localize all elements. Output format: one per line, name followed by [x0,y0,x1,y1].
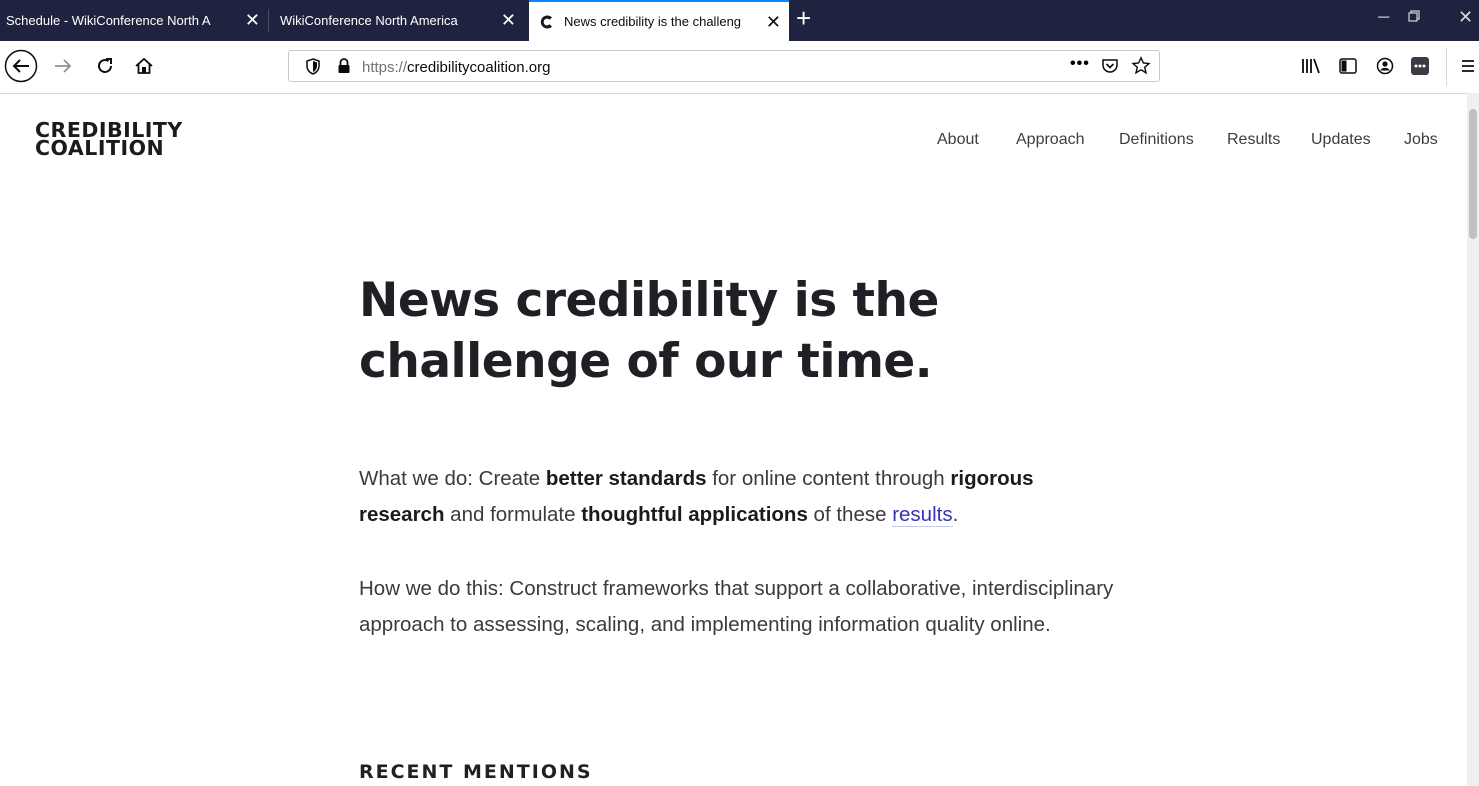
reload-icon [98,58,112,73]
close-tab-icon[interactable]: ✕ [501,11,516,29]
sidebar-toggle-icon[interactable] [1339,57,1357,80]
nav-approach[interactable]: Approach [1016,131,1085,149]
site-favicon-icon [539,14,555,30]
padlock-icon[interactable] [337,58,351,79]
tab-wikiconference[interactable]: WikiConference North America ✕ [269,0,528,41]
minimize-window-icon[interactable]: ─ [1378,9,1389,27]
headline-line-2: challenge of our time. [359,334,933,389]
new-tab-plus-icon[interactable]: + [796,5,811,31]
page-actions-ellipsis-icon[interactable]: ••• [1070,55,1090,73]
tab-title: News credibility is the challeng [564,14,742,29]
restore-window-icon[interactable] [1408,9,1420,27]
back-button[interactable] [3,48,39,84]
back-arrow-icon [4,49,38,83]
address-bar[interactable]: https://credibilitycoalition.org ••• [288,50,1160,82]
page-scrollbar[interactable] [1467,93,1479,786]
account-icon[interactable] [1376,57,1394,80]
text: for online content through [706,467,951,490]
how-we-do-paragraph: How we do this: Construct frameworks tha… [359,577,1114,636]
home-icon [135,57,153,74]
close-tab-icon[interactable]: ✕ [245,11,260,29]
pocket-icon[interactable] [1101,57,1119,80]
bold-thoughtful-applications: thoughtful applications [581,503,808,526]
headline-line-1: News credibility is the [359,273,939,328]
tab-title: Schedule - WikiConference North A [6,13,211,28]
recent-mentions-heading: RECENT MENTIONS [359,761,593,783]
close-tab-icon[interactable]: ✕ [766,13,781,31]
library-icon[interactable] [1301,57,1321,80]
logo-line-2: COALITION [35,136,165,160]
extension-icon[interactable] [1410,56,1430,81]
url-protocol: https:// [362,59,408,76]
page-headline: News credibility is the challenge of our… [359,270,979,392]
bookmark-star-icon[interactable] [1131,56,1151,81]
tab-title: WikiConference North America [280,13,458,28]
forward-button[interactable] [51,54,75,78]
text: and formulate [444,503,582,526]
nav-definitions[interactable]: Definitions [1119,131,1194,149]
site-logo[interactable]: CREDIBILITY COALITION [35,120,183,160]
url-host: credibilitycoalition.org [407,59,551,76]
tab-credibility-active[interactable]: News credibility is the challeng ✕ [529,0,789,41]
toolbar-divider [1446,48,1447,86]
reload-button[interactable] [94,55,116,77]
nav-results[interactable]: Results [1227,131,1280,149]
url-text[interactable]: https://credibilitycoalition.org [362,59,550,76]
forward-arrow-icon [55,59,72,73]
text: What we do: Create [359,467,546,490]
tracking-protection-shield-icon[interactable] [305,58,321,80]
bold-better-standards: better standards [545,467,707,490]
text: of these [807,503,893,526]
tab-strip: Schedule - WikiConference North A ✕ Wiki… [0,0,1479,41]
text: . [952,503,959,526]
navigation-toolbar: https://credibilitycoalition.org ••• [0,41,1479,94]
nav-about[interactable]: About [937,131,979,149]
close-window-icon[interactable]: ✕ [1458,7,1473,28]
home-button[interactable] [133,55,155,77]
scrollbar-thumb[interactable] [1469,109,1477,239]
nav-jobs[interactable]: Jobs [1404,131,1438,149]
what-we-do-paragraph: What we do: Create better standards for … [359,461,1119,533]
results-link[interactable]: results [892,503,953,527]
nav-updates[interactable]: Updates [1311,131,1371,149]
tab-schedule[interactable]: Schedule - WikiConference North A ✕ [0,0,268,41]
hamburger-menu-icon[interactable] [1461,58,1475,79]
